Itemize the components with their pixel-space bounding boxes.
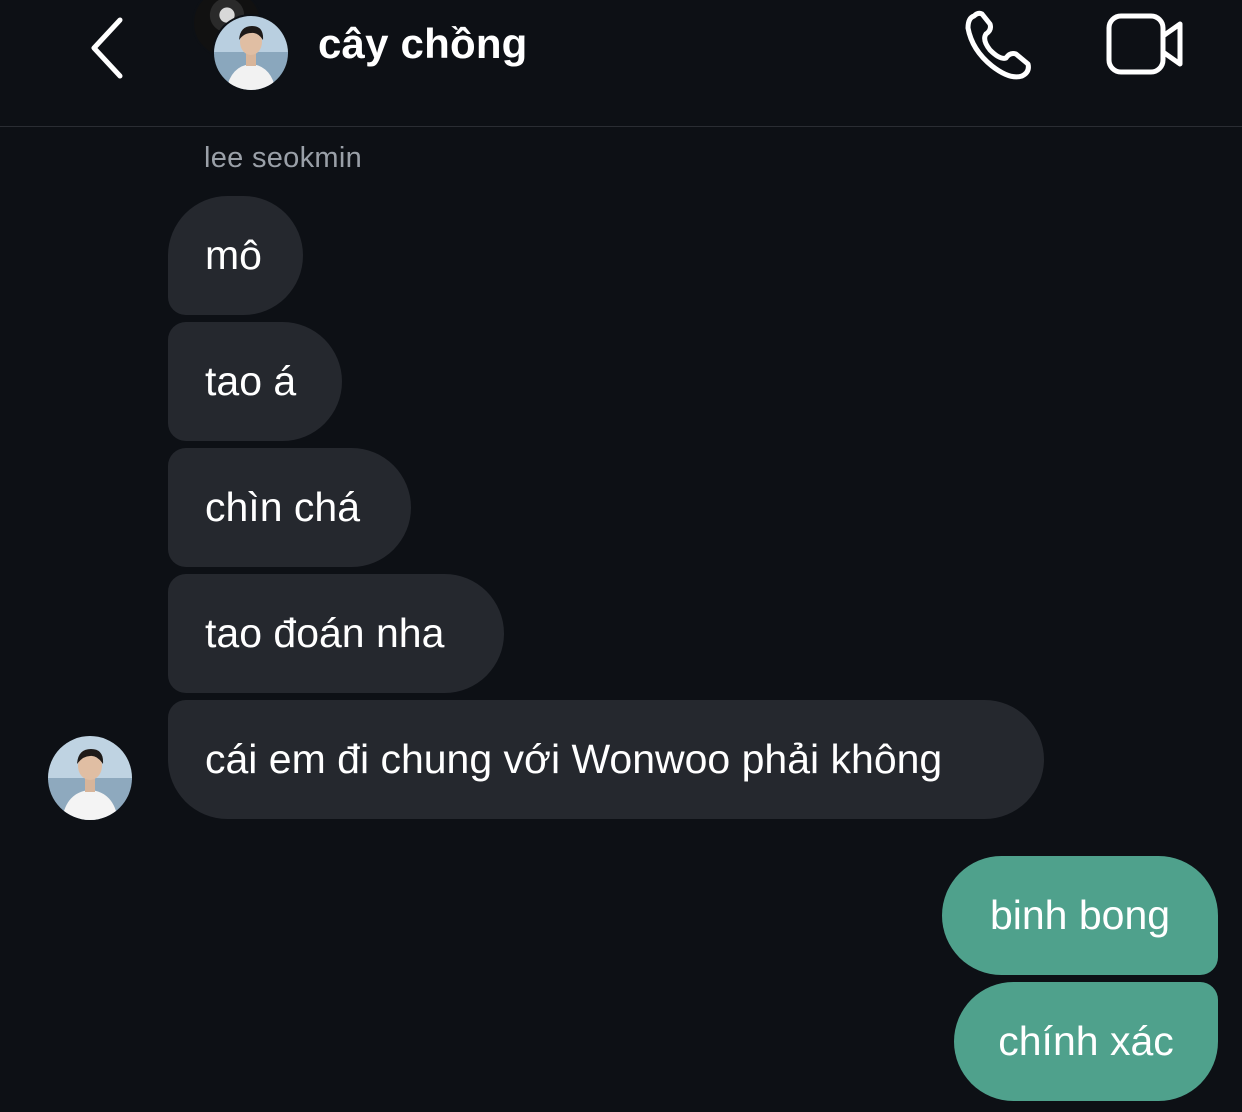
video-camera-icon <box>1106 13 1183 75</box>
video-call-button[interactable] <box>1104 8 1188 80</box>
chat-header: cây chồng <box>0 0 1242 127</box>
chat-title[interactable]: cây chồng <box>318 20 528 68</box>
sender-name: lee seokmin <box>204 142 363 174</box>
back-button[interactable] <box>80 8 136 80</box>
voice-call-button[interactable] <box>960 6 1038 84</box>
chevron-left-icon <box>91 17 123 79</box>
incoming-message[interactable]: mô <box>168 196 303 315</box>
phone-icon <box>965 10 1031 80</box>
outgoing-message[interactable]: binh bong <box>942 856 1218 975</box>
group-avatar[interactable] <box>188 0 292 96</box>
member-avatar-front <box>212 14 290 92</box>
chat-screen: cây chồng lee seokmin mô tao á chìn chá … <box>0 0 1242 1112</box>
outgoing-message[interactable]: chính xác <box>954 982 1218 1101</box>
incoming-message[interactable]: cái em đi chung với Wonwoo phải không <box>168 700 1044 819</box>
incoming-message[interactable]: tao á <box>168 322 342 441</box>
incoming-message[interactable]: chìn chá <box>168 448 411 567</box>
incoming-message[interactable]: tao đoán nha <box>168 574 504 693</box>
sender-avatar[interactable] <box>48 736 132 820</box>
